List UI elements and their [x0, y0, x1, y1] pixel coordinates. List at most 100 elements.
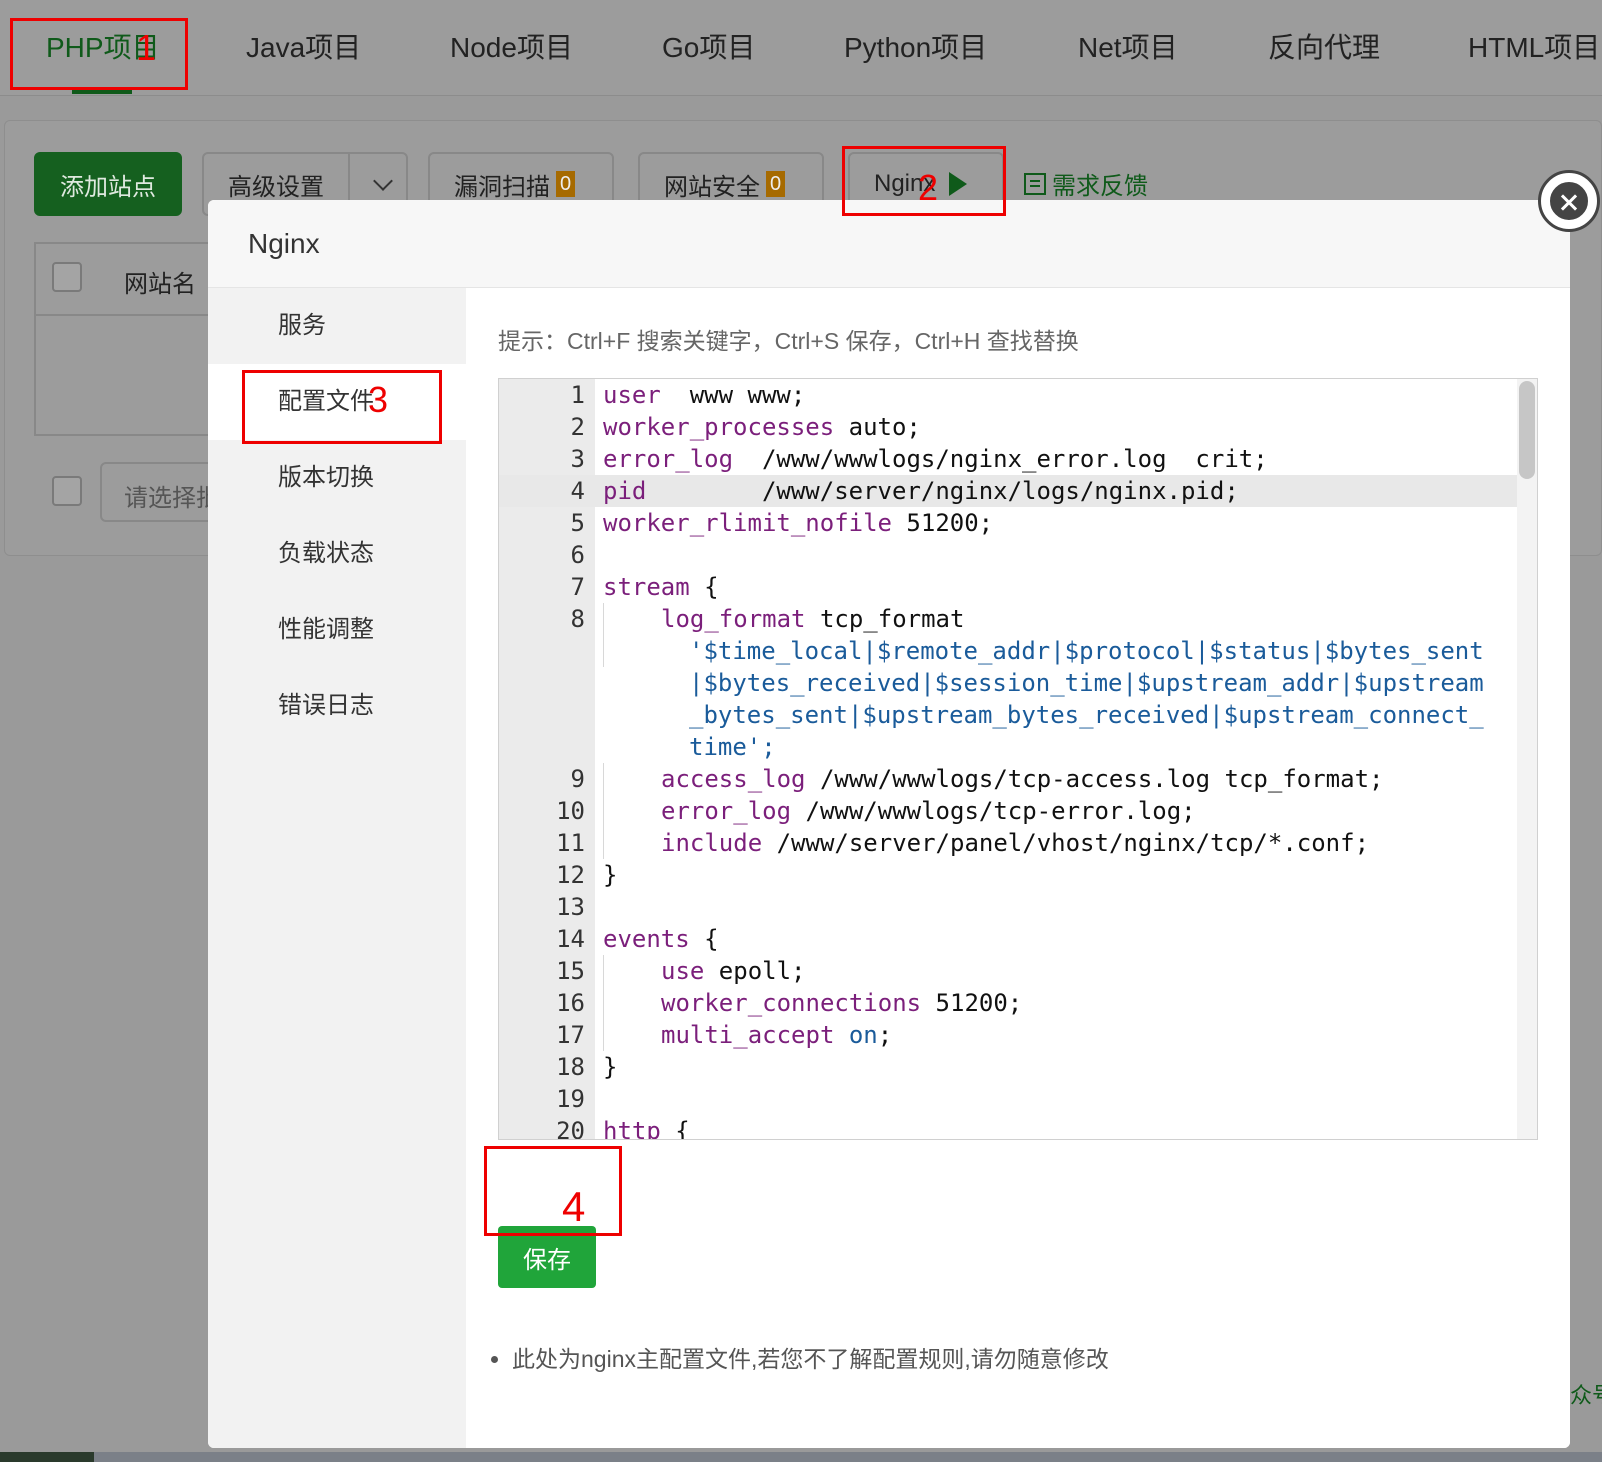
indent-guide — [603, 603, 661, 635]
table-header: 网站名 — [36, 244, 232, 316]
code-line[interactable]: 18} — [499, 1051, 1519, 1083]
tab-python-project[interactable]: Python项目 — [844, 26, 987, 66]
active-tab-indicator — [72, 90, 132, 94]
line-number: 14 — [556, 925, 585, 953]
tab-go-project[interactable]: Go项目 — [662, 26, 755, 66]
line-number: 10 — [556, 797, 585, 825]
code-line[interactable]: 14 events { — [499, 923, 1519, 955]
code-line[interactable]: 16 worker_connections 51200; — [499, 987, 1519, 1019]
indent-guide — [603, 763, 661, 795]
indent-guide — [603, 955, 661, 987]
code-editor[interactable]: 1 user www www; 2 worker_processes auto; 3 er… — [498, 378, 1538, 1140]
code-line[interactable]: 19 — [499, 1083, 1519, 1115]
directive-value: epoll; — [704, 957, 806, 985]
editor-scrollbar[interactable] — [1517, 379, 1537, 1139]
tab-java-project[interactable]: Java项目 — [246, 26, 361, 66]
line-number: 3 — [570, 445, 585, 473]
security-count-badge: 0 — [766, 171, 786, 197]
nav-load-status[interactable]: 负载状态 — [208, 516, 466, 592]
directive-keyword: use — [661, 957, 705, 985]
directive-keyword: pid — [603, 477, 647, 505]
line-number: 16 — [556, 989, 585, 1017]
directive-value: /www/server/panel/vhost/nginx/tcp/*.conf… — [762, 829, 1370, 857]
directive-value: { — [689, 573, 719, 601]
select-all-checkbox[interactable] — [52, 262, 82, 292]
code-line[interactable]: 15 use epoll; — [499, 955, 1519, 987]
format-string: '$time_local|$remote_addr|$protocol|$sta… — [689, 637, 1484, 761]
watermark-text: 众号 — [1570, 1383, 1602, 1408]
directive-value: { — [689, 925, 719, 953]
directive-keyword: http — [603, 1117, 661, 1140]
line-terminator: ; — [877, 1021, 893, 1049]
nav-error-log[interactable]: 错误日志 — [208, 668, 466, 744]
code-text: access_log /www/wwwlogs/tcp-access.log t… — [603, 763, 1519, 795]
bulk-select-checkbox[interactable] — [52, 476, 82, 506]
code-line[interactable]: 4 pid /www/server/nginx/logs/nginx.pid; — [499, 475, 1519, 507]
add-site-label: 添加站点 — [60, 173, 156, 201]
code-text: } — [603, 1051, 1519, 1083]
code-line[interactable]: 1 user www www; — [499, 379, 1519, 411]
value-literal: on — [848, 1021, 878, 1049]
annotation-number-3: 3 — [368, 379, 389, 420]
vuln-scan-label: 漏洞扫描 — [454, 173, 550, 201]
code-line[interactable]: 17 multi_accept on; — [499, 1019, 1519, 1051]
code-line[interactable]: 5 worker_rlimit_nofile 51200; — [499, 507, 1519, 539]
feedback-link[interactable]: 需求反馈 — [1024, 166, 1148, 201]
code-line[interactable]: 13 — [499, 891, 1519, 923]
indent-guide — [603, 827, 661, 859]
directive-keyword: worker_processes — [603, 413, 835, 441]
code-line[interactable]: 3 error_log /www/wwwlogs/nginx_error.log … — [499, 443, 1519, 475]
code-line[interactable]: 9 access_log /www/wwwlogs/tcp-access.log … — [499, 763, 1519, 795]
tab-reverse-proxy[interactable]: 反向代理 — [1268, 26, 1380, 66]
save-button[interactable]: 保存 — [498, 1226, 596, 1288]
line-number: 5 — [570, 509, 585, 537]
code-line[interactable]: 8 log_format tcp_format — [499, 603, 1519, 635]
code-line[interactable]: 11 include /www/server/panel/vhost/nginx/… — [499, 827, 1519, 859]
add-site-button[interactable]: 添加站点 — [34, 152, 182, 216]
chevron-down-icon — [373, 171, 393, 191]
tab-html-project[interactable]: HTML项目 — [1468, 26, 1600, 66]
code-text: log_format tcp_format — [603, 603, 1519, 635]
directive-value: /www/server/nginx/logs/nginx.pid; — [646, 477, 1239, 505]
code-line[interactable]: 7 stream { — [499, 571, 1519, 603]
code-text: '$time_local|$remote_addr|$protocol|$sta… — [603, 635, 1519, 763]
directive-keyword: access_log — [661, 765, 806, 793]
tab-node-project[interactable]: Node项目 — [450, 26, 573, 66]
directive-value: } — [603, 1053, 618, 1081]
code-line[interactable]: 12} — [499, 859, 1519, 891]
annotation-number-4: 4 — [562, 1183, 586, 1230]
code-line[interactable]: '$time_local|$remote_addr|$protocol|$sta… — [499, 635, 1519, 763]
code-line[interactable]: 10 error_log /www/wwwlogs/tcp-error.log; — [499, 795, 1519, 827]
code-text: error_log /www/wwwlogs/nginx_error.log c… — [603, 443, 1519, 475]
modal-title: Nginx — [248, 228, 320, 259]
line-number: 13 — [556, 893, 585, 921]
modal-close-button[interactable] — [1538, 170, 1600, 232]
directive-value: /www/wwwlogs/tcp-error.log; — [791, 797, 1196, 825]
site-security-label: 网站安全 — [664, 173, 760, 201]
directive-value: www www; — [660, 381, 806, 409]
feedback-label: 需求反馈 — [1052, 173, 1148, 200]
directive-value: auto; — [834, 413, 921, 441]
nav-performance-tuning[interactable]: 性能调整 — [208, 592, 466, 668]
indent-guide — [603, 795, 661, 827]
play-icon — [949, 172, 968, 196]
code-text: include /www/server/panel/vhost/nginx/tc… — [603, 827, 1519, 859]
code-text: stream { — [603, 571, 1519, 603]
code-lines[interactable]: 1 user www www; 2 worker_processes auto; 3 er… — [499, 379, 1519, 1140]
nav-version-switch[interactable]: 版本切换 — [208, 440, 466, 516]
indent-guide — [603, 635, 661, 667]
line-number: 9 — [570, 765, 585, 793]
directive-value: 51200; — [921, 989, 1023, 1017]
tab-net-project[interactable]: Net项目 — [1078, 26, 1178, 66]
directive-keyword: include — [661, 829, 763, 857]
code-text: pid /www/server/nginx/logs/nginx.pid; — [603, 475, 1519, 507]
scrollbar-thumb[interactable] — [1519, 381, 1535, 479]
code-line[interactable]: 20 http { — [499, 1115, 1519, 1140]
nav-service[interactable]: 服务 — [208, 288, 466, 364]
nav-config-file[interactable]: 配置文件 — [208, 364, 466, 440]
code-line[interactable]: 6 — [499, 539, 1519, 571]
config-warning-note: 此处为nginx主配置文件,若您不了解配置规则,请勿随意修改 — [512, 1340, 1109, 1374]
code-line[interactable]: 2 worker_processes auto; — [499, 411, 1519, 443]
code-text: error_log /www/wwwlogs/tcp-error.log; — [603, 795, 1519, 827]
directive-keyword: worker_connections — [661, 989, 922, 1017]
